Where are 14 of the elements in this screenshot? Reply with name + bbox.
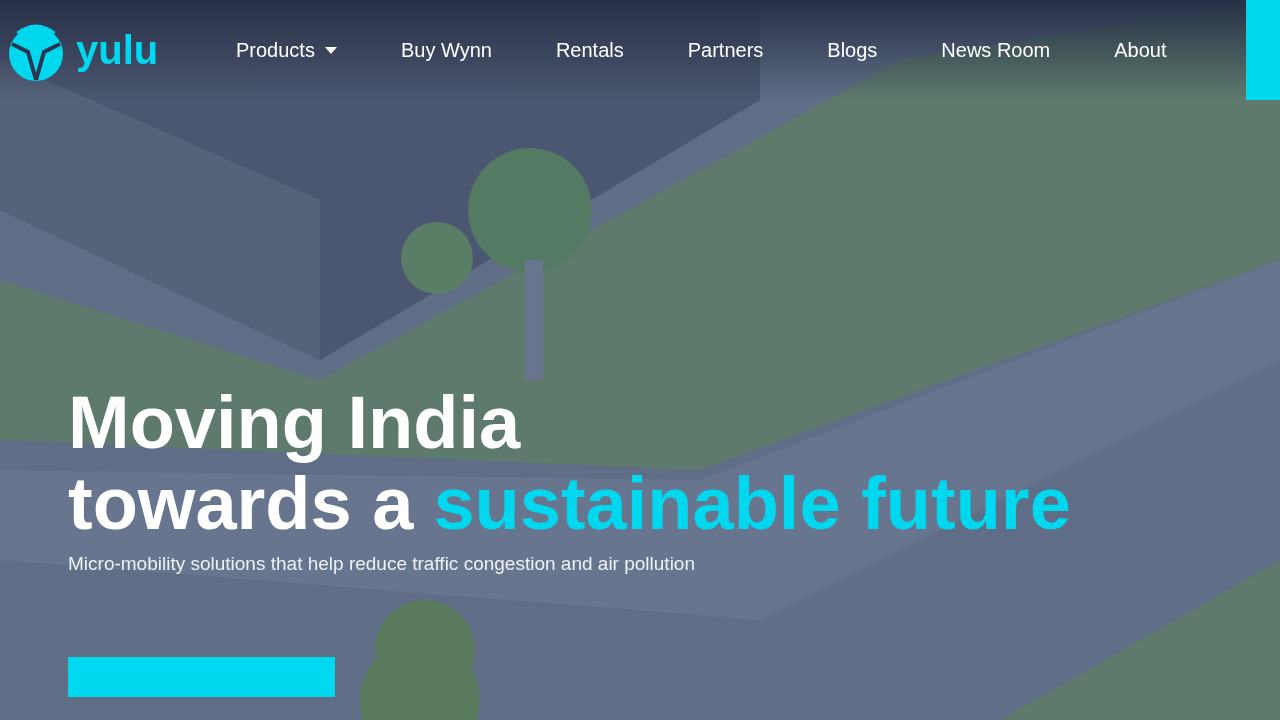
hero-subtitle: Micro-mobility solutions that help reduce traffic congestion and air pollution (68, 552, 696, 575)
caret-icon (324, 46, 337, 54)
nav-link[interactable]: About (1082, 38, 1199, 62)
nav-link[interactable]: Buy Wynn (368, 38, 524, 62)
nav-link[interactable]: Blogs (795, 38, 910, 62)
nav-link[interactable]: Rentals (523, 38, 656, 62)
cta-button[interactable] (68, 656, 335, 697)
headline-highlight: sustainable future (433, 463, 1071, 545)
headline-text: Moving India (68, 382, 522, 464)
nav-link[interactable]: Products (204, 38, 369, 62)
nav-link[interactable]: News Room (909, 38, 1083, 62)
brand-name[interactable]: yulu (76, 27, 159, 73)
nav-link[interactable]: Partners (655, 38, 796, 62)
headline-text: towards a (68, 463, 414, 545)
